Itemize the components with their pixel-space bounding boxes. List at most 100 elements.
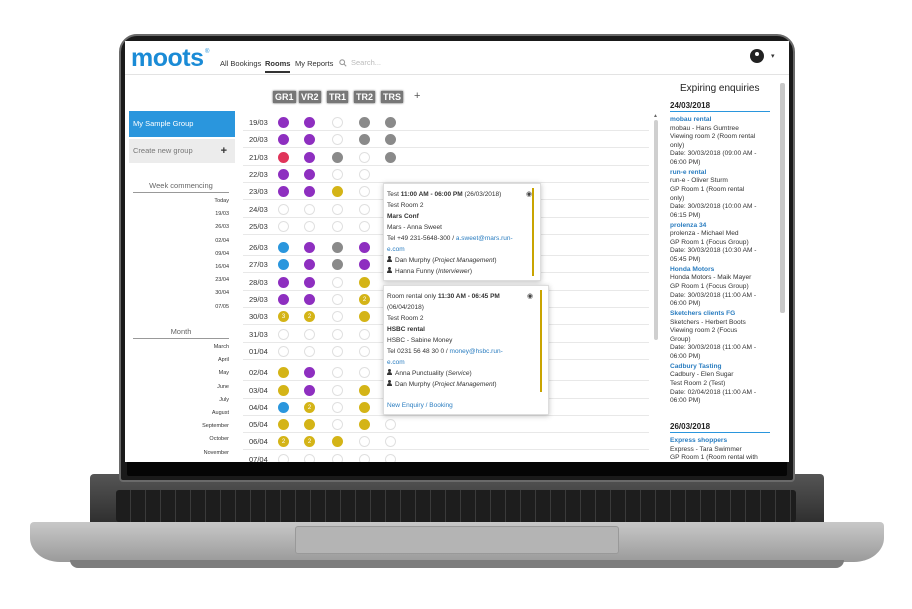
moots-logo[interactable]: moots: [131, 44, 204, 73]
booking-dot-purple[interactable]: [359, 242, 370, 254]
booking-dot-purple[interactable]: [304, 384, 315, 396]
booking-dot-empty[interactable]: [359, 345, 370, 357]
booking-dot-empty[interactable]: [332, 367, 343, 379]
booking-dot-empty[interactable]: [332, 453, 343, 462]
booking-dot-purple[interactable]: [304, 242, 315, 254]
enquiry-item[interactable]: Express shoppers Express - Tara Swimmer GP…: [670, 437, 774, 462]
booking-dot-yellow[interactable]: [359, 419, 370, 431]
booking-dot-empty[interactable]: [332, 328, 343, 340]
booking-dot-blue[interactable]: [278, 401, 289, 413]
booking-popup-mars[interactable]: ◉ Test 11:00 AM - 06:00 PM (26/03/2018) …: [383, 183, 541, 281]
booking-dot-purple[interactable]: [304, 151, 315, 163]
booking-dot-purple[interactable]: [304, 259, 315, 271]
booking-dot-yellow[interactable]: [359, 311, 370, 323]
eye-icon[interactable]: ◉: [526, 190, 532, 198]
booking-dot-empty[interactable]: [332, 419, 343, 431]
booking-dot-purple[interactable]: [304, 117, 315, 128]
booking-dot-empty[interactable]: [385, 436, 396, 448]
booking-link[interactable]: Booking: [429, 402, 453, 409]
booking-dot-blue[interactable]: [278, 259, 289, 271]
room-header-tr2[interactable]: TR2: [354, 91, 376, 103]
booking-dot-empty[interactable]: [304, 345, 315, 357]
booking-dot-purple[interactable]: [359, 259, 370, 271]
booking-dot-grey[interactable]: [332, 259, 343, 271]
booking-dot-empty[interactable]: [359, 151, 370, 163]
booking-dot-yellow[interactable]: [278, 384, 289, 396]
enquiry-item[interactable]: prolenza 34 prolenza - Michael Med GP Room…: [670, 222, 774, 265]
popup2-email-link[interactable]: money@hsbc.run-: [450, 348, 503, 355]
booking-dot-yellow[interactable]: [359, 384, 370, 396]
booking-dot-grey[interactable]: [359, 117, 370, 128]
booking-dot-purple[interactable]: [304, 168, 315, 180]
eye-icon[interactable]: ◉: [527, 292, 533, 300]
enquiry-name-link[interactable]: mobau rental: [670, 116, 774, 125]
booking-dot-yellow[interactable]: [278, 367, 289, 379]
add-room-button[interactable]: +: [414, 90, 420, 102]
search-input[interactable]: Search...: [351, 58, 381, 67]
booking-dot-yellow[interactable]: 3: [278, 311, 289, 323]
booking-dot-grey[interactable]: [359, 134, 370, 146]
month-item[interactable]: May: [202, 367, 229, 380]
booking-dot-empty[interactable]: [332, 345, 343, 357]
booking-dot-empty[interactable]: [332, 203, 343, 215]
booking-dot-yellow[interactable]: [332, 436, 343, 448]
booking-dot-empty[interactable]: [278, 203, 289, 215]
week-item[interactable]: 19/03: [214, 208, 229, 221]
enquiry-name-link[interactable]: prolenza 34: [670, 222, 774, 231]
booking-dot-yellow[interactable]: 2: [304, 311, 315, 323]
booking-dot-yellow[interactable]: 2: [359, 294, 370, 305]
nav-my-reports[interactable]: My Reports: [295, 59, 333, 68]
popup1-email-link[interactable]: a.sweet@mars.run-: [456, 235, 513, 242]
booking-dot-empty[interactable]: [332, 311, 343, 323]
booking-dot-purple[interactable]: [304, 367, 315, 379]
month-item[interactable]: July: [202, 394, 229, 407]
user-avatar-icon[interactable]: [750, 49, 764, 63]
booking-dot-empty[interactable]: [332, 134, 343, 146]
booking-dot-empty[interactable]: [332, 294, 343, 305]
month-item[interactable]: November: [202, 447, 229, 460]
grid-scrollbar[interactable]: [654, 120, 658, 340]
room-header-tr1[interactable]: TR1: [327, 91, 349, 103]
enquiry-name-link[interactable]: Sketchers clients FG: [670, 310, 774, 319]
booking-dot-empty[interactable]: [304, 220, 315, 232]
booking-dot-empty[interactable]: [332, 401, 343, 413]
booking-dot-yellow[interactable]: [304, 419, 315, 431]
booking-dot-empty[interactable]: [359, 203, 370, 215]
new-enquiry-link[interactable]: New Enquiry: [387, 402, 424, 409]
enquiry-item[interactable]: Cadbury Tasting Cadbury - Elen Sugar Test …: [670, 363, 774, 406]
booking-dot-blue[interactable]: [278, 242, 289, 254]
enquiry-item[interactable]: mobau rental mobau - Hans Gumtree Viewing …: [670, 116, 774, 168]
booking-dot-empty[interactable]: [385, 453, 396, 462]
booking-dot-purple[interactable]: [278, 134, 289, 146]
booking-dot-empty[interactable]: [332, 168, 343, 180]
month-item[interactable]: June: [202, 381, 229, 394]
chevron-down-icon[interactable]: ▾: [771, 52, 775, 60]
booking-dot-purple[interactable]: [278, 276, 289, 288]
booking-dot-empty[interactable]: [359, 453, 370, 462]
booking-dot-empty[interactable]: [332, 117, 343, 128]
month-item[interactable]: September: [202, 420, 229, 433]
booking-popup-hsbc[interactable]: ◉ Room rental only 11:30 AM - 06:45 PM (…: [383, 285, 549, 415]
booking-dot-grey[interactable]: [385, 117, 396, 128]
booking-dot-empty[interactable]: [359, 186, 370, 198]
enquiry-item[interactable]: Honda Motors Honda Motors - Maik Mayer GP …: [670, 266, 774, 309]
booking-dot-empty[interactable]: [304, 453, 315, 462]
booking-dot-empty[interactable]: [359, 220, 370, 232]
room-header-vr2[interactable]: VR2: [299, 91, 321, 103]
booking-dot-purple[interactable]: [278, 186, 289, 198]
week-item[interactable]: 09/04: [214, 248, 229, 261]
booking-dot-yellow[interactable]: 2: [278, 436, 289, 448]
booking-dot-empty[interactable]: [359, 367, 370, 379]
week-item[interactable]: 07/05: [214, 301, 229, 314]
booking-dot-empty[interactable]: [304, 203, 315, 215]
booking-dot-purple[interactable]: [304, 294, 315, 305]
booking-dot-red[interactable]: [278, 151, 289, 163]
create-group-button[interactable]: Create new group +: [129, 139, 235, 163]
booking-dot-empty[interactable]: [359, 436, 370, 448]
enquiry-name-link[interactable]: Express shoppers: [670, 437, 774, 446]
booking-dot-grey[interactable]: [385, 151, 396, 163]
booking-dot-yellow[interactable]: 2: [304, 436, 315, 448]
booking-dot-grey[interactable]: [332, 151, 343, 163]
enquiry-name-link[interactable]: Honda Motors: [670, 266, 774, 275]
week-item[interactable]: 02/04: [214, 235, 229, 248]
